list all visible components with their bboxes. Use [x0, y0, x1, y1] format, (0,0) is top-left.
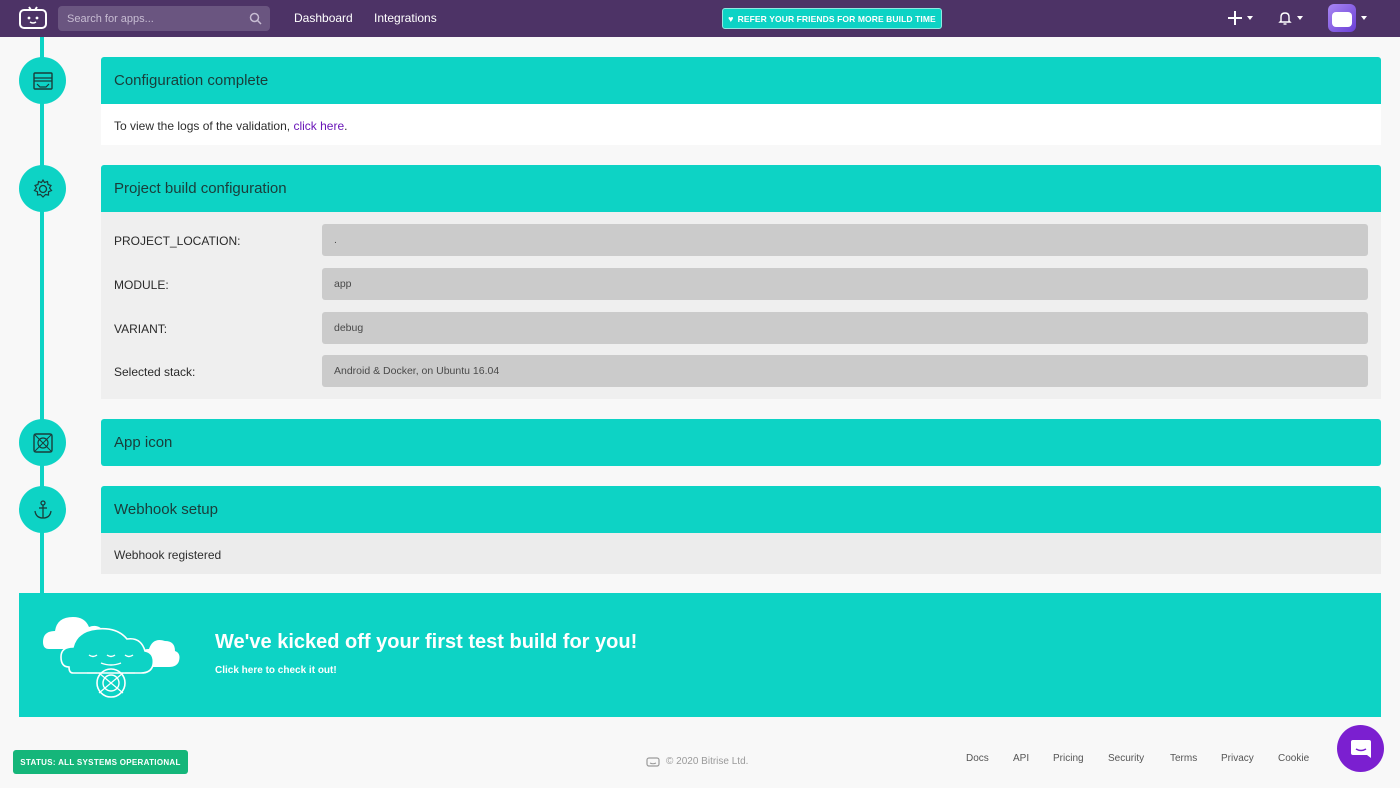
first-build-banner: We've kicked off your first test build f…	[19, 593, 1381, 717]
card-title: Webhook setup	[101, 486, 1381, 533]
inbox-icon	[32, 71, 53, 90]
bitrise-small-logo-icon	[646, 756, 660, 767]
card-config-complete: Configuration complete To view the logs …	[101, 57, 1381, 145]
timeline-node-build	[19, 165, 66, 212]
footer-link-privacy[interactable]: Privacy	[1221, 753, 1254, 764]
field-value: Android & Docker, on Ubuntu 16.04	[322, 355, 1368, 387]
field-value: debug	[322, 312, 1368, 344]
footer-link-docs[interactable]: Docs	[966, 753, 989, 764]
heart-icon: ♥	[728, 13, 734, 24]
image-icon	[32, 432, 53, 453]
cloud-mascot-icon	[43, 617, 180, 698]
banner-link[interactable]: Click here to check it out!	[215, 665, 337, 676]
logs-suffix: .	[344, 119, 348, 133]
card-title: App icon	[101, 419, 1381, 466]
chat-launcher-button[interactable]	[1337, 725, 1384, 772]
bell-icon	[1278, 12, 1292, 25]
field-value: .	[322, 224, 1368, 256]
chevron-down-icon	[1361, 16, 1367, 20]
notifications-button[interactable]	[1278, 9, 1303, 27]
timeline-node-config	[19, 57, 66, 104]
status-badge[interactable]: STATUS: ALL SYSTEMS OPERATIONAL	[13, 750, 188, 774]
card-body: PROJECT_LOCATION: . MODULE: app VARIANT:…	[101, 212, 1381, 399]
config-row-stack: Selected stack: Android & Docker, on Ubu…	[114, 355, 1368, 387]
logs-link[interactable]: click here	[293, 119, 344, 133]
refer-label: REFER YOUR FRIENDS FOR MORE BUILD TIME	[737, 13, 936, 24]
footer-link-cookie[interactable]: Cookie	[1278, 753, 1309, 764]
field-label: VARIANT:	[114, 322, 168, 336]
card-body: Webhook registered	[101, 533, 1381, 574]
chat-icon	[1350, 739, 1371, 758]
top-navbar: Dashboard Integrations ♥ REFER YOUR FRIE…	[0, 0, 1400, 37]
footer-link-pricing[interactable]: Pricing	[1053, 753, 1084, 764]
footer-link-api[interactable]: API	[1013, 753, 1029, 764]
search-icon[interactable]	[249, 12, 262, 25]
user-menu-button[interactable]	[1328, 4, 1367, 32]
card-title: Project build configuration	[101, 165, 1381, 212]
footer-link-security[interactable]: Security	[1108, 753, 1144, 764]
anchor-icon	[33, 499, 52, 519]
chevron-down-icon	[1247, 16, 1253, 20]
banner-title: We've kicked off your first test build f…	[215, 631, 638, 653]
card-title: Configuration complete	[101, 57, 1381, 104]
chevron-down-icon	[1297, 16, 1303, 20]
search-input[interactable]	[58, 6, 238, 31]
card-project-build: Project build configuration PROJECT_LOCA…	[101, 165, 1381, 399]
field-value: app	[322, 268, 1368, 300]
card-app-icon[interactable]: App icon	[101, 419, 1381, 466]
nav-link-dashboard[interactable]: Dashboard	[294, 11, 353, 25]
refer-friends-button[interactable]: ♥ REFER YOUR FRIENDS FOR MORE BUILD TIME	[722, 8, 942, 29]
footer-link-terms[interactable]: Terms	[1170, 753, 1197, 764]
timeline-node-webhook	[19, 486, 66, 533]
field-label: PROJECT_LOCATION:	[114, 234, 241, 248]
plus-icon	[1228, 11, 1242, 25]
field-label: Selected stack:	[114, 365, 196, 379]
card-body: To view the logs of the validation, clic…	[101, 104, 1381, 145]
gear-icon	[33, 178, 52, 198]
copyright: © 2020 Bitrise Ltd.	[646, 756, 748, 767]
nav-link-integrations[interactable]: Integrations	[374, 11, 437, 25]
timeline-node-appicon	[19, 419, 66, 466]
config-row-module: MODULE: app	[114, 268, 1368, 300]
add-menu-button[interactable]	[1228, 9, 1253, 27]
card-webhook: Webhook setup Webhook registered	[101, 486, 1381, 574]
bitrise-logo-icon[interactable]	[18, 6, 48, 30]
avatar	[1328, 4, 1356, 32]
copyright-text: © 2020 Bitrise Ltd.	[666, 756, 749, 767]
field-label: MODULE:	[114, 278, 169, 292]
logs-text: To view the logs of the validation,	[114, 119, 294, 133]
search-box	[58, 6, 270, 31]
config-row-project-location: PROJECT_LOCATION: .	[114, 224, 1368, 256]
config-row-variant: VARIANT: debug	[114, 312, 1368, 344]
webhook-status: Webhook registered	[114, 548, 222, 562]
